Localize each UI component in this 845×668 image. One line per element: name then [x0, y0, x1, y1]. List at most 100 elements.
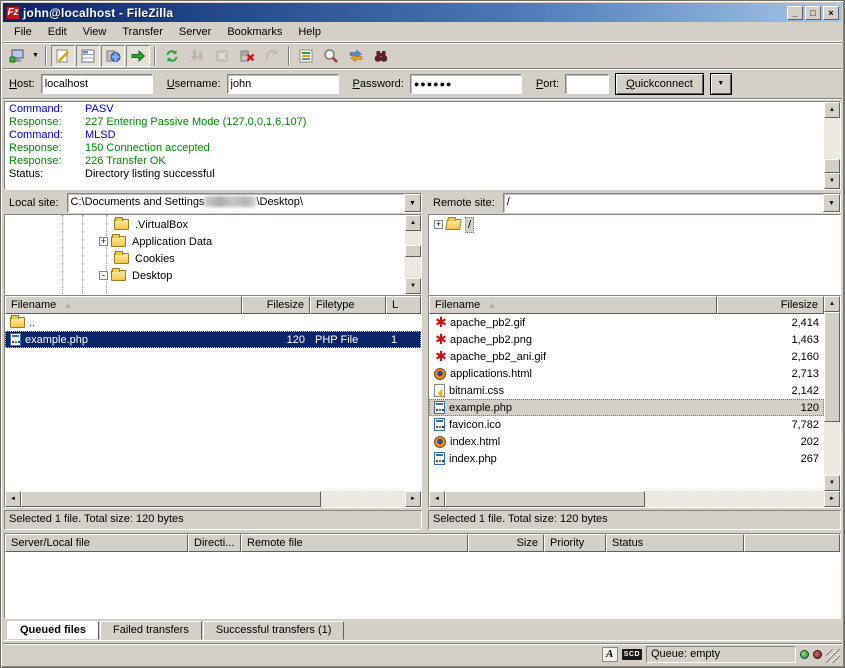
host-input[interactable] [41, 74, 153, 94]
expand-icon[interactable]: + [434, 220, 443, 229]
column-header-filesize[interactable]: Filesize [242, 296, 310, 314]
toggle-message-log-button[interactable] [51, 45, 75, 67]
tab-failed-transfers[interactable]: Failed transfers [100, 621, 202, 640]
table-row[interactable]: bitnami.css 2,142 [429, 382, 824, 399]
site-manager-icon [9, 48, 25, 64]
process-queue-button[interactable] [185, 45, 209, 67]
column-header-direction[interactable]: Directi... [188, 534, 241, 552]
column-header-size[interactable]: Size [468, 534, 544, 552]
collapse-icon[interactable]: - [99, 271, 108, 280]
column-header-last-modified[interactable]: L [386, 296, 421, 314]
column-header-filename[interactable]: Filename▲ [5, 296, 242, 314]
scroll-up-icon[interactable]: ▲ [824, 296, 840, 312]
tab-successful-transfers[interactable]: Successful transfers (1) [203, 621, 345, 640]
scroll-left-icon[interactable]: ◄ [5, 491, 21, 507]
chevron-down-icon[interactable]: ▼ [823, 194, 840, 212]
remote-directory-tree[interactable]: + / [429, 215, 840, 294]
scroll-down-icon[interactable]: ▼ [405, 278, 421, 294]
refresh-button[interactable] [160, 45, 184, 67]
username-input[interactable] [227, 74, 339, 94]
log-line: Command:PASV [9, 103, 820, 116]
redacted-username [204, 196, 256, 207]
column-header-filename[interactable]: Filename▲ [429, 296, 717, 314]
password-input[interactable] [410, 74, 522, 94]
table-row[interactable]: ✱apache_pb2_ani.gif 2,160 [429, 348, 824, 365]
menu-view[interactable]: View [76, 24, 114, 40]
scrollbar-thumb[interactable] [445, 491, 645, 507]
tab-queued-files[interactable]: Queued files [7, 621, 99, 640]
local-tree-scrollbar[interactable]: ▲ ▼ [405, 215, 421, 294]
folder-icon [114, 219, 129, 230]
column-header-server-local-file[interactable]: Server/Local file [5, 534, 188, 552]
site-manager-dropdown[interactable]: ▼ [30, 45, 41, 67]
folder-icon [10, 317, 25, 328]
scroll-up-icon[interactable]: ▲ [824, 102, 840, 118]
local-list-hscrollbar[interactable]: ◄ ► [5, 491, 421, 507]
table-row[interactable]: ✱apache_pb2.gif 2,414 [429, 314, 824, 331]
table-row-example-php[interactable]: example.php 120 PHP File 1 [5, 331, 421, 348]
close-button[interactable]: × [823, 6, 839, 20]
find-files-button[interactable] [369, 45, 393, 67]
table-row[interactable]: applications.html 2,713 [429, 365, 824, 382]
reconnect-button[interactable] [260, 45, 284, 67]
synchronized-browsing-button[interactable] [344, 45, 368, 67]
log-scrollbar[interactable]: ▲ ▼ [824, 102, 840, 189]
cancel-operation-button[interactable] [210, 45, 234, 67]
remote-site-combobox[interactable]: / ▼ [503, 193, 841, 213]
resize-grip[interactable] [826, 649, 840, 663]
toggle-local-tree-button[interactable] [76, 45, 100, 67]
menu-file[interactable]: File [7, 24, 39, 40]
scroll-down-icon[interactable]: ▼ [824, 475, 840, 491]
menu-transfer[interactable]: Transfer [115, 24, 170, 40]
minimize-button[interactable]: _ [787, 6, 803, 20]
column-header-filetype[interactable]: Filetype [310, 296, 386, 314]
port-input[interactable] [565, 74, 609, 94]
quickconnect-button[interactable]: Quickconnect [615, 73, 704, 95]
compare-directories-button[interactable] [319, 45, 343, 67]
tree-item-cookies[interactable]: Cookies [5, 250, 405, 267]
scroll-right-icon[interactable]: ► [405, 491, 421, 507]
menu-bookmarks[interactable]: Bookmarks [220, 24, 289, 40]
scroll-left-icon[interactable]: ◄ [429, 491, 445, 507]
scrollbar-thumb[interactable] [21, 491, 321, 507]
quickconnect-dropdown[interactable]: ▼ [710, 73, 732, 95]
remote-list-hscrollbar[interactable]: ◄ ► [429, 491, 840, 507]
table-row-parent-dir[interactable]: .. [5, 314, 421, 331]
chevron-down-icon[interactable]: ▼ [404, 194, 421, 212]
remote-list-scrollbar[interactable]: ▲ ▼ [824, 296, 840, 491]
local-site-combobox[interactable]: C:\Documents and Settings\Desktop\ ▼ [67, 193, 422, 213]
tree-item-root[interactable]: + / [429, 216, 840, 233]
maximize-button[interactable]: □ [805, 6, 821, 20]
table-row-selected[interactable]: example.php 120 [429, 399, 824, 416]
html-file-icon [434, 368, 446, 380]
tree-item-application-data[interactable]: + Application Data [5, 233, 405, 250]
scroll-down-icon[interactable]: ▼ [824, 173, 840, 189]
column-header-priority[interactable]: Priority [544, 534, 606, 552]
toggle-transfer-queue-button[interactable] [126, 45, 150, 67]
column-header-remote-file[interactable]: Remote file [241, 534, 468, 552]
scrollbar-thumb[interactable] [824, 159, 840, 173]
site-manager-button[interactable] [5, 45, 29, 67]
html-file-icon [434, 436, 446, 448]
local-directory-tree[interactable]: .VirtualBox + Application Data Cookies - [5, 215, 405, 294]
menu-edit[interactable]: Edit [41, 24, 74, 40]
table-row[interactable]: ✱apache_pb2.png 1,463 [429, 331, 824, 348]
column-header-filesize[interactable]: Filesize [717, 296, 824, 314]
tree-item-desktop[interactable]: - Desktop [5, 267, 405, 284]
disconnect-button[interactable] [235, 45, 259, 67]
menu-help[interactable]: Help [291, 24, 328, 40]
filter-button[interactable] [294, 45, 318, 67]
table-row[interactable]: index.php 267 [429, 450, 824, 467]
table-row[interactable]: index.html 202 [429, 433, 824, 450]
column-header-status[interactable]: Status [606, 534, 744, 552]
tree-item-virtualbox[interactable]: .VirtualBox [5, 216, 405, 233]
scrollbar-thumb[interactable] [405, 245, 421, 257]
log-text: 227 Entering Passive Mode (127,0,0,1,6,1… [85, 116, 306, 129]
table-row[interactable]: favicon.ico 7,782 [429, 416, 824, 433]
toggle-remote-tree-button[interactable] [101, 45, 125, 67]
expand-icon[interactable]: + [99, 237, 108, 246]
menu-server[interactable]: Server [172, 24, 218, 40]
scroll-right-icon[interactable]: ► [824, 491, 840, 507]
scrollbar-thumb[interactable] [824, 312, 840, 422]
scroll-up-icon[interactable]: ▲ [405, 215, 421, 231]
